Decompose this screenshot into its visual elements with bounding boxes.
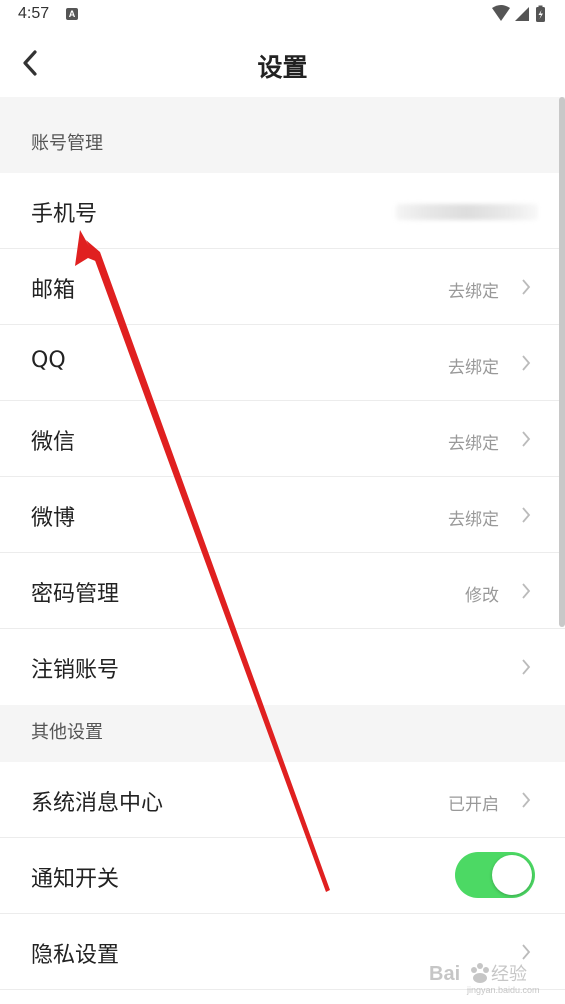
chevron-right-icon: [522, 659, 531, 675]
chevron-right-icon: [522, 279, 531, 295]
row-value: 已开启: [448, 795, 499, 815]
row-label: 系统消息中心: [31, 791, 164, 816]
row-email[interactable]: 邮箱 去绑定: [0, 249, 565, 325]
row-value: 修改: [465, 586, 499, 606]
phone-number-redacted: [396, 204, 538, 220]
row-wechat[interactable]: 微信 去绑定: [0, 401, 565, 477]
row-notifications: 通知开关: [0, 838, 565, 914]
svg-text:jingyan.baidu.com: jingyan.baidu.com: [466, 985, 540, 995]
chevron-right-icon: [522, 583, 531, 599]
row-delete-account[interactable]: 注销账号: [0, 629, 565, 705]
row-value: 去绑定: [448, 510, 499, 530]
notification-icon: A: [66, 8, 78, 20]
notification-toggle[interactable]: [455, 852, 535, 898]
row-label: 注销账号: [31, 658, 120, 683]
row-label: QQ: [31, 348, 66, 373]
status-bar: 4:57 A: [0, 0, 565, 30]
svg-text:经验: 经验: [491, 964, 527, 985]
row-weibo[interactable]: 微博 去绑定: [0, 477, 565, 553]
chevron-right-icon: [522, 355, 531, 371]
scrollbar[interactable]: [559, 97, 565, 627]
row-value: 去绑定: [448, 282, 499, 302]
status-icons: [491, 5, 551, 23]
section-header-account: 账号管理: [0, 97, 565, 173]
chevron-right-icon: [522, 792, 531, 808]
row-label: 微博: [31, 506, 76, 531]
header-bar: 设置: [0, 30, 565, 97]
settings-list: 账号管理 手机号 邮箱 去绑定 QQ 去绑定 微信 去绑定 微博 去绑定 密码管…: [0, 97, 565, 1004]
row-label: 通知开关: [31, 867, 120, 892]
row-label: 微信: [31, 430, 76, 455]
cell-signal-icon: [515, 7, 529, 21]
section-label: 其他设置: [31, 722, 103, 743]
chevron-right-icon: [522, 507, 531, 523]
svg-text:Bai: Bai: [429, 963, 460, 985]
row-system-messages[interactable]: 系统消息中心 已开启: [0, 762, 565, 838]
row-label: 密码管理: [31, 582, 120, 607]
row-value: 去绑定: [448, 358, 499, 378]
row-password[interactable]: 密码管理 修改: [0, 553, 565, 629]
row-value: 去绑定: [448, 434, 499, 454]
row-label: 手机号: [31, 202, 98, 227]
row-qq[interactable]: QQ 去绑定: [0, 325, 565, 401]
battery-icon: [536, 5, 545, 22]
toggle-knob: [492, 855, 532, 895]
page-title: 设置: [257, 53, 308, 82]
section-label: 账号管理: [31, 133, 103, 154]
wifi-icon: [492, 5, 510, 21]
chevron-right-icon: [522, 431, 531, 447]
status-time: 4:57: [18, 5, 50, 22]
row-label: 隐私设置: [31, 943, 120, 968]
section-header-other: 其他设置: [0, 705, 565, 762]
watermark-logo: Bai 经验 jingyan.baidu.com: [427, 956, 557, 996]
row-phone[interactable]: 手机号: [0, 173, 565, 249]
row-label: 邮箱: [31, 278, 76, 303]
